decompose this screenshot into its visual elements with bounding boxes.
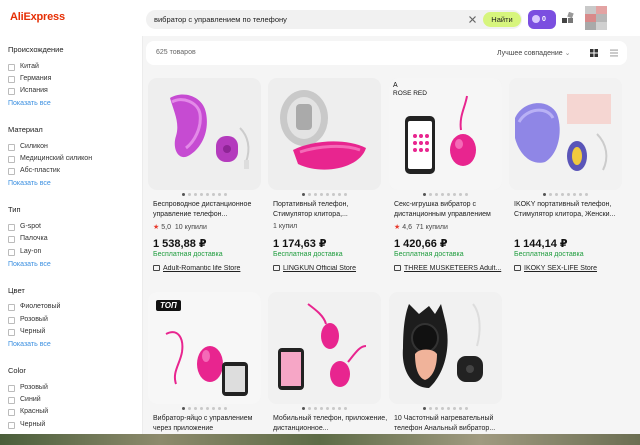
product-price: 1 144,14 ₽: [514, 238, 568, 250]
store-icon: [273, 265, 280, 271]
carousel-dots: [268, 193, 381, 198]
filter-title-color: Цвет: [8, 286, 25, 295]
cart-count: 0: [542, 16, 546, 23]
product-title[interactable]: IKOKY портативный телефон, Стимулятор кл…: [514, 200, 630, 220]
filter-sidebar: Происхождение Китай Германия Испания Пок…: [0, 36, 143, 445]
product-image[interactable]: [148, 78, 261, 190]
desktop-background-strip: [0, 434, 640, 445]
results-area: 625 товаров Лучшее совпадение ⌄ Беспрово…: [143, 36, 640, 445]
cart-button[interactable]: 0: [528, 10, 556, 29]
clear-search-icon[interactable]: [467, 14, 478, 25]
product-image[interactable]: [268, 292, 381, 404]
product-card[interactable]: IKOKY портативный телефон, Стимулятор кл…: [509, 78, 627, 278]
product-sold: 1 купил: [273, 223, 298, 230]
store-icon: [514, 265, 521, 271]
checkbox[interactable]: [8, 76, 15, 83]
carousel-dots: [268, 407, 381, 412]
filter-title-type: Тип: [8, 205, 21, 214]
product-title[interactable]: Секс-игрушка вибратор с дистанционным уп…: [394, 200, 510, 220]
product-image[interactable]: [509, 78, 622, 190]
shipping-label: Бесплатная доставка: [394, 251, 464, 258]
filter-title-material: Материал: [8, 125, 43, 134]
image-text: A: [393, 82, 398, 89]
results-toolbar: 625 товаров Лучшее совпадение ⌄: [146, 41, 627, 65]
checkbox[interactable]: [8, 236, 15, 243]
product-title[interactable]: Мобильный телефон, приложение, дистанцио…: [273, 414, 389, 434]
store-link[interactable]: IKOKY SEX-LIFE Store: [514, 265, 626, 272]
shipping-label: Бесплатная доставка: [514, 251, 584, 258]
results-count: 625 товаров: [156, 49, 196, 56]
carousel-dots: [148, 193, 261, 198]
product-card[interactable]: Портативный телефон, Стимулятор клитора,…: [268, 78, 386, 278]
product-title[interactable]: Вибратор-яйцо с управлением через прилож…: [153, 414, 269, 434]
top-badge: ТОП: [156, 300, 181, 311]
search-bar[interactable]: вибратор с управлением по телефону Найти: [146, 10, 522, 29]
header: AliExpress вибратор с управлением по тел…: [0, 0, 640, 36]
product-rating: ★ 5,0 10 купили: [153, 224, 207, 231]
product-card[interactable]: ТОП Вибратор-яйцо с управлением через пр…: [148, 292, 266, 442]
product-image[interactable]: [389, 292, 502, 404]
checkbox[interactable]: [8, 224, 15, 231]
product-title[interactable]: Беспроводное дистанционное управление те…: [153, 200, 269, 220]
star-icon: ★: [153, 224, 160, 231]
checkbox[interactable]: [8, 422, 15, 429]
checkbox[interactable]: [8, 88, 15, 95]
shipping-label: Бесплатная доставка: [273, 251, 343, 258]
chevron-down-icon: ⌄: [564, 50, 571, 57]
store-icon: [153, 265, 160, 271]
grid-view-icon[interactable]: [589, 48, 599, 58]
product-image[interactable]: [268, 78, 381, 190]
carousel-dots: [389, 193, 502, 198]
product-rating: ★ 4,6 71 купили: [394, 224, 448, 231]
product-card[interactable]: Беспроводное дистанционное управление те…: [148, 78, 266, 278]
show-all-link[interactable]: Показать все: [8, 261, 51, 268]
checkbox[interactable]: [8, 168, 15, 175]
filter-title-color-en: Color: [8, 366, 26, 375]
product-title[interactable]: 10 Частотный нагревательный телефон Анал…: [394, 414, 510, 434]
cart-icon: [532, 15, 540, 24]
checkbox[interactable]: [8, 144, 15, 151]
search-input[interactable]: вибратор с управлением по телефону: [154, 15, 287, 24]
show-all-link[interactable]: Показать все: [8, 341, 51, 348]
image-text: ROSE RED: [393, 90, 427, 97]
carousel-dots: [389, 407, 502, 412]
product-price: 1 538,88 ₽: [153, 238, 207, 250]
list-view-icon[interactable]: [609, 48, 619, 58]
checkbox[interactable]: [8, 304, 15, 311]
checkbox[interactable]: [8, 317, 15, 324]
show-all-link[interactable]: Показать все: [8, 180, 51, 187]
checkbox[interactable]: [8, 409, 15, 416]
product-price: 1 174,63 ₽: [273, 238, 327, 250]
product-card[interactable]: 10 Частотный нагревательный телефон Анал…: [389, 292, 507, 442]
carousel-dots: [509, 193, 622, 198]
store-link[interactable]: LINGKUN Official Store: [273, 265, 385, 272]
shipping-label: Бесплатная доставка: [153, 251, 223, 258]
checkbox[interactable]: [8, 385, 15, 392]
avatar[interactable]: [585, 6, 607, 30]
checkbox[interactable]: [8, 64, 15, 71]
product-image[interactable]: A ROSE RED: [389, 78, 502, 190]
aliexpress-logo[interactable]: AliExpress: [10, 11, 65, 23]
product-price: 1 420,66 ₽: [394, 238, 448, 250]
filter-title-origin: Происхождение: [8, 45, 64, 54]
star-icon: ★: [394, 224, 401, 231]
product-title[interactable]: Портативный телефон, Стимулятор клитора,…: [273, 200, 389, 220]
checkbox[interactable]: [8, 156, 15, 163]
checkbox[interactable]: [8, 249, 15, 256]
search-button[interactable]: Найти: [483, 12, 521, 27]
store-icon: [394, 265, 401, 271]
apps-icon[interactable]: [561, 12, 575, 26]
checkbox[interactable]: [8, 397, 15, 404]
store-link[interactable]: THREE MUSKETEERS Adult...: [394, 265, 506, 272]
show-all-link[interactable]: Показать все: [8, 100, 51, 107]
product-card[interactable]: Мобильный телефон, приложение, дистанцио…: [268, 292, 389, 442]
store-link[interactable]: Adult-Romantic life Store: [153, 265, 265, 272]
checkbox[interactable]: [8, 329, 15, 336]
product-card[interactable]: A ROSE RED Секс-игрушка вибратор с диста…: [389, 78, 507, 278]
carousel-dots: [148, 407, 261, 412]
sort-dropdown[interactable]: Лучшее совпадение ⌄: [497, 49, 571, 57]
